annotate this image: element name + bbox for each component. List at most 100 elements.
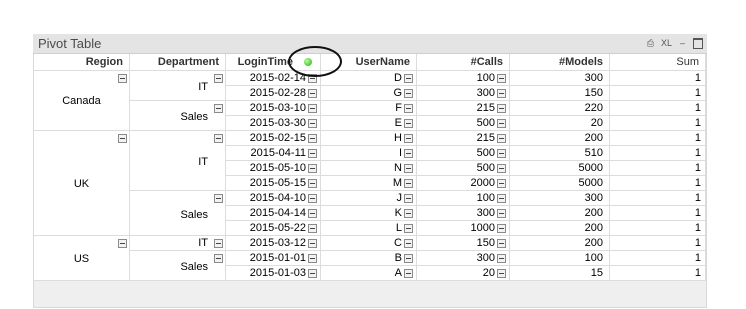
department-cell[interactable]: IT bbox=[130, 236, 226, 251]
department-cell[interactable]: Sales bbox=[130, 191, 226, 236]
collapse-icon[interactable] bbox=[497, 238, 506, 248]
collapse-icon[interactable] bbox=[497, 163, 506, 173]
collapse-icon[interactable] bbox=[214, 104, 223, 113]
collapse-icon[interactable] bbox=[404, 163, 413, 173]
collapse-icon[interactable] bbox=[308, 103, 317, 113]
calls-cell[interactable]: 300 bbox=[417, 86, 510, 101]
calls-cell[interactable]: 300 bbox=[417, 206, 510, 221]
region-cell[interactable]: Canada bbox=[34, 71, 130, 131]
collapse-icon[interactable] bbox=[497, 208, 506, 218]
collapse-icon[interactable] bbox=[308, 238, 317, 248]
user-name-cell[interactable]: J bbox=[321, 191, 417, 206]
calls-cell[interactable]: 300 bbox=[417, 251, 510, 266]
minimize-icon[interactable]: – bbox=[678, 37, 687, 49]
user-name-cell[interactable]: G bbox=[321, 86, 417, 101]
login-time-cell[interactable]: 2015-02-15 bbox=[226, 131, 321, 146]
user-name-cell[interactable]: C bbox=[321, 236, 417, 251]
collapse-icon[interactable] bbox=[308, 118, 317, 128]
calls-cell[interactable]: 2000 bbox=[417, 176, 510, 191]
collapse-icon[interactable] bbox=[308, 208, 317, 218]
collapse-icon[interactable] bbox=[404, 178, 413, 188]
login-time-cell[interactable]: 2015-03-10 bbox=[226, 101, 321, 116]
collapse-icon[interactable] bbox=[404, 193, 413, 203]
login-time-cell[interactable]: 2015-05-15 bbox=[226, 176, 321, 191]
login-time-cell[interactable]: 2015-05-10 bbox=[226, 161, 321, 176]
user-name-cell[interactable]: A bbox=[321, 266, 417, 281]
region-cell[interactable]: US bbox=[34, 236, 130, 281]
department-cell[interactable]: Sales bbox=[130, 101, 226, 131]
login-time-cell[interactable]: 2015-01-03 bbox=[226, 266, 321, 281]
collapse-icon[interactable] bbox=[404, 118, 413, 128]
collapse-icon[interactable] bbox=[404, 103, 413, 113]
column-header-region[interactable]: Region bbox=[34, 54, 130, 71]
collapse-icon[interactable] bbox=[497, 118, 506, 128]
calls-cell[interactable]: 1000 bbox=[417, 221, 510, 236]
collapse-icon[interactable] bbox=[404, 208, 413, 218]
user-name-cell[interactable]: E bbox=[321, 116, 417, 131]
collapse-icon[interactable] bbox=[214, 194, 223, 203]
user-name-cell[interactable]: H bbox=[321, 131, 417, 146]
department-cell[interactable]: IT bbox=[130, 131, 226, 191]
collapse-icon[interactable] bbox=[404, 223, 413, 233]
user-name-cell[interactable]: L bbox=[321, 221, 417, 236]
user-name-cell[interactable]: N bbox=[321, 161, 417, 176]
collapse-icon[interactable] bbox=[308, 223, 317, 233]
collapse-icon[interactable] bbox=[497, 88, 506, 98]
collapse-icon[interactable] bbox=[308, 148, 317, 158]
calls-cell[interactable]: 100 bbox=[417, 191, 510, 206]
collapse-icon[interactable] bbox=[497, 148, 506, 158]
collapse-icon[interactable] bbox=[214, 239, 223, 248]
calls-cell[interactable]: 500 bbox=[417, 146, 510, 161]
collapse-icon[interactable] bbox=[214, 134, 223, 143]
collapse-icon[interactable] bbox=[497, 268, 506, 278]
calls-cell[interactable]: 20 bbox=[417, 266, 510, 281]
collapse-icon[interactable] bbox=[404, 133, 413, 143]
collapse-icon[interactable] bbox=[308, 193, 317, 203]
collapse-icon[interactable] bbox=[404, 253, 413, 263]
login-time-cell[interactable]: 2015-01-01 bbox=[226, 251, 321, 266]
print-icon[interactable]: ⎙ bbox=[646, 37, 655, 49]
collapse-icon[interactable] bbox=[118, 239, 127, 248]
calls-cell[interactable]: 215 bbox=[417, 101, 510, 116]
collapse-icon[interactable] bbox=[118, 74, 127, 83]
login-time-cell[interactable]: 2015-04-11 bbox=[226, 146, 321, 161]
user-name-cell[interactable]: M bbox=[321, 176, 417, 191]
column-header-department[interactable]: Department bbox=[130, 54, 226, 71]
collapse-icon[interactable] bbox=[308, 133, 317, 143]
collapse-icon[interactable] bbox=[308, 178, 317, 188]
region-cell[interactable]: UK bbox=[34, 131, 130, 236]
collapse-icon[interactable] bbox=[214, 74, 223, 83]
calls-cell[interactable]: 500 bbox=[417, 161, 510, 176]
column-header-sum[interactable]: Sum bbox=[610, 54, 706, 71]
collapse-icon[interactable] bbox=[308, 88, 317, 98]
collapse-icon[interactable] bbox=[497, 253, 506, 263]
collapse-icon[interactable] bbox=[214, 254, 223, 263]
collapse-icon[interactable] bbox=[497, 103, 506, 113]
window-caption[interactable]: Pivot Table ⎙ XL – bbox=[33, 34, 707, 54]
collapse-icon[interactable] bbox=[118, 134, 127, 143]
export-excel-button[interactable]: XL bbox=[661, 37, 672, 49]
column-header-models[interactable]: #Models bbox=[510, 54, 610, 71]
collapse-icon[interactable] bbox=[404, 88, 413, 98]
login-time-cell[interactable]: 2015-04-10 bbox=[226, 191, 321, 206]
collapse-icon[interactable] bbox=[404, 268, 413, 278]
department-cell[interactable]: Sales bbox=[130, 251, 226, 281]
calls-cell[interactable]: 150 bbox=[417, 236, 510, 251]
user-name-cell[interactable]: I bbox=[321, 146, 417, 161]
collapse-icon[interactable] bbox=[497, 178, 506, 188]
maximize-icon[interactable] bbox=[693, 37, 703, 49]
user-name-cell[interactable]: B bbox=[321, 251, 417, 266]
user-name-cell[interactable]: D bbox=[321, 71, 417, 86]
collapse-icon[interactable] bbox=[308, 253, 317, 263]
login-time-cell[interactable]: 2015-03-30 bbox=[226, 116, 321, 131]
user-name-cell[interactable]: F bbox=[321, 101, 417, 116]
login-time-cell[interactable]: 2015-04-14 bbox=[226, 206, 321, 221]
collapse-icon[interactable] bbox=[308, 268, 317, 278]
collapse-icon[interactable] bbox=[497, 133, 506, 143]
calls-cell[interactable]: 100 bbox=[417, 71, 510, 86]
department-cell[interactable]: IT bbox=[130, 71, 226, 101]
user-name-cell[interactable]: K bbox=[321, 206, 417, 221]
login-time-cell[interactable]: 2015-03-12 bbox=[226, 236, 321, 251]
collapse-icon[interactable] bbox=[497, 73, 506, 83]
collapse-icon[interactable] bbox=[497, 193, 506, 203]
